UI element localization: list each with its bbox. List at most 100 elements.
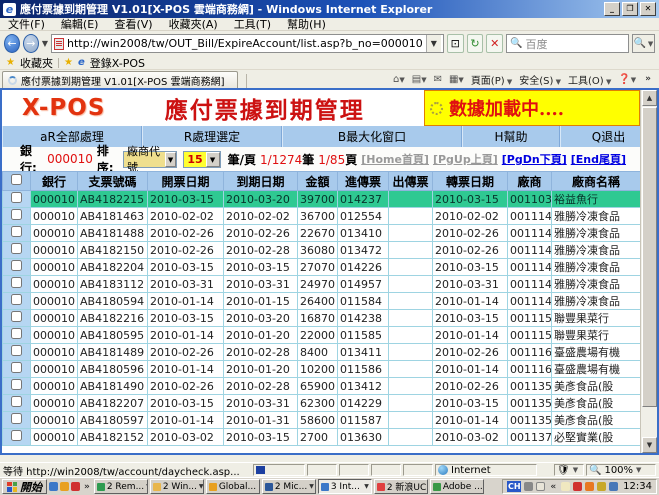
feeds-icon[interactable]: ▤▼ bbox=[412, 74, 427, 85]
scrollbar-thumb[interactable] bbox=[642, 107, 657, 407]
print-icon[interactable]: ▦▼ bbox=[449, 74, 464, 85]
row-checkbox[interactable] bbox=[11, 226, 22, 237]
sort-select[interactable]: 廠商代號▼ bbox=[123, 151, 177, 168]
favorite-link[interactable]: 登錄X-POS bbox=[90, 55, 145, 71]
tray-icon[interactable] bbox=[609, 482, 618, 491]
menu-tools[interactable]: 工具(T) bbox=[234, 16, 271, 32]
tools-menu-button[interactable]: 工具(O) ▼ bbox=[568, 72, 611, 87]
table-row[interactable]: 000010AB41822072010-03-152010-03-3162300… bbox=[3, 395, 641, 412]
printer-tray-icon[interactable] bbox=[524, 482, 533, 491]
row-checkbox[interactable] bbox=[11, 328, 22, 339]
search-dropdown-icon[interactable]: ▼ bbox=[648, 40, 653, 48]
table-row[interactable]: 000010AB41814892010-02-262010-02-2884000… bbox=[3, 344, 641, 361]
row-checkbox[interactable] bbox=[11, 311, 22, 322]
table-row[interactable]: 000010AB41805942010-01-142010-01-1526400… bbox=[3, 293, 641, 310]
search-placeholder[interactable]: 百度 bbox=[526, 36, 625, 52]
row-checkbox[interactable] bbox=[11, 396, 22, 407]
mail-icon[interactable]: ✉ bbox=[434, 74, 442, 85]
menu-help[interactable]: 幫助(H) bbox=[287, 16, 326, 32]
table-row[interactable]: 000010AB41822162010-03-152010-03-2016870… bbox=[3, 310, 641, 327]
page-size-select[interactable]: 15▼ bbox=[183, 151, 220, 168]
add-favorite-icon[interactable]: ★ bbox=[64, 57, 73, 68]
menu-file[interactable]: 文件(F) bbox=[8, 16, 45, 32]
sort-select-arrow-icon[interactable]: ▼ bbox=[165, 152, 176, 167]
forward-button[interactable]: → bbox=[23, 34, 39, 53]
menu-edit[interactable]: 編輯(E) bbox=[61, 16, 99, 32]
search-go-button[interactable]: 🔍 ▼ bbox=[632, 34, 655, 53]
tray-icon[interactable] bbox=[573, 482, 582, 491]
table-row[interactable]: 000010AB41805972010-01-142010-01-3158600… bbox=[3, 412, 641, 429]
tray-chevron-icon[interactable]: « bbox=[550, 482, 556, 492]
taskbar-button-dropdown-icon[interactable]: ▼ bbox=[309, 483, 314, 490]
refresh-button[interactable]: ↻ bbox=[467, 34, 484, 53]
row-checkbox[interactable] bbox=[11, 192, 22, 203]
language-indicator[interactable]: CH bbox=[507, 481, 521, 492]
close-button[interactable]: ✕ bbox=[640, 2, 656, 16]
row-checkbox[interactable] bbox=[11, 345, 22, 356]
row-checkbox[interactable] bbox=[11, 379, 22, 390]
tray-icon[interactable] bbox=[597, 482, 606, 491]
table-row[interactable]: 000010AB41822152010-03-152010-03-2039700… bbox=[3, 191, 641, 208]
taskbar-button[interactable]: 2 Mic...▼ bbox=[262, 479, 316, 494]
taskbar-button[interactable]: 2 新浪UC▼ bbox=[374, 479, 428, 494]
taskbar-button[interactable]: Global... bbox=[206, 479, 260, 494]
zoom-control[interactable]: 🔍 100% ▼ bbox=[586, 464, 656, 476]
tray-icon[interactable] bbox=[561, 482, 570, 491]
table-row[interactable]: 000010AB41814882010-02-262010-02-2622670… bbox=[3, 225, 641, 242]
page-menu-button[interactable]: 頁面(P) ▼ bbox=[471, 72, 512, 87]
quick-launch-icon[interactable] bbox=[71, 482, 80, 491]
maximize-button[interactable]: ❐ bbox=[622, 2, 638, 16]
table-row[interactable]: 000010AB41814902010-02-262010-02-2865900… bbox=[3, 378, 641, 395]
row-checkbox[interactable] bbox=[11, 362, 22, 373]
compatibility-view-button[interactable]: ⊡ bbox=[447, 34, 464, 53]
row-checkbox[interactable] bbox=[11, 209, 22, 220]
row-checkbox[interactable] bbox=[11, 294, 22, 305]
row-checkbox[interactable] bbox=[11, 430, 22, 441]
browser-tab[interactable]: 應付票據到期管理 V1.01[X-POS 雲端商務網] bbox=[2, 71, 238, 88]
menu-favorites[interactable]: 收藏夾(A) bbox=[169, 16, 218, 32]
search-box[interactable]: 🔍 百度 bbox=[506, 34, 629, 53]
row-checkbox[interactable] bbox=[11, 243, 22, 254]
table-row[interactable]: 000010AB41805952010-01-142010-01-2022000… bbox=[3, 327, 641, 344]
taskbar-button[interactable]: 2 Rem...▼ bbox=[94, 479, 148, 494]
taskbar-button[interactable]: 3 Int...▼ bbox=[318, 479, 372, 494]
taskbar-button-dropdown-icon[interactable]: ▼ bbox=[364, 483, 369, 490]
nav-pgdn-link[interactable]: [PgDn下頁] bbox=[502, 151, 567, 167]
chevron-more-icon[interactable]: » bbox=[645, 74, 651, 84]
taskbar-button[interactable]: 2 Win...▼ bbox=[150, 479, 204, 494]
scroll-down-icon[interactable]: ▼ bbox=[642, 437, 657, 453]
protected-mode-panel[interactable]: 🛡▼ bbox=[554, 464, 584, 476]
select-all-checkbox[interactable] bbox=[11, 174, 22, 185]
address-bar[interactable]: http://win2008/tw/OUT_Bill/ExpireAccount… bbox=[51, 34, 444, 53]
menu-process-selected[interactable]: R處理選定 bbox=[142, 126, 282, 147]
menu-maximize-window[interactable]: B最大化窗口 bbox=[282, 126, 462, 147]
back-button[interactable]: ← bbox=[4, 34, 20, 53]
taskbar-button-dropdown-icon[interactable]: ▼ bbox=[146, 483, 148, 490]
quick-launch-icon[interactable] bbox=[60, 482, 69, 491]
vertical-scrollbar[interactable]: ▲ ▼ bbox=[640, 90, 657, 453]
stop-button[interactable]: ✕ bbox=[486, 34, 503, 53]
address-dropdown-icon[interactable]: ▼ bbox=[426, 35, 441, 52]
favorites-label[interactable]: 收藏夾 bbox=[20, 55, 53, 71]
quick-launch-chevron-icon[interactable]: » bbox=[84, 482, 90, 492]
row-checkbox[interactable] bbox=[11, 277, 22, 288]
table-row[interactable]: 000010AB41822042010-03-152010-03-1527070… bbox=[3, 259, 641, 276]
tray-icon[interactable] bbox=[585, 482, 594, 491]
menu-help[interactable]: H幫助 bbox=[462, 126, 560, 147]
taskbar-button[interactable]: Adobe ... bbox=[430, 479, 484, 494]
menu-view[interactable]: 查看(V) bbox=[114, 16, 152, 32]
address-url[interactable]: http://win2008/tw/OUT_Bill/ExpireAccount… bbox=[67, 37, 423, 50]
row-checkbox[interactable] bbox=[11, 260, 22, 271]
row-checkbox[interactable] bbox=[11, 413, 22, 424]
table-row[interactable]: 000010AB41821522010-03-022010-03-1527000… bbox=[3, 429, 641, 446]
scroll-up-icon[interactable]: ▲ bbox=[642, 90, 657, 106]
history-dropdown-icon[interactable]: ▼ bbox=[42, 39, 48, 48]
table-row[interactable]: 000010AB41821502010-02-262010-02-2836080… bbox=[3, 242, 641, 259]
help-tray-icon[interactable] bbox=[536, 482, 545, 491]
nav-end-link[interactable]: [End尾頁] bbox=[571, 151, 626, 167]
quick-launch-icon[interactable] bbox=[49, 482, 58, 491]
help-icon[interactable]: ❓▼ bbox=[618, 74, 636, 85]
start-button[interactable]: 開始 bbox=[2, 479, 47, 494]
table-row[interactable]: 000010AB41814632010-02-022010-02-0236700… bbox=[3, 208, 641, 225]
page-size-arrow-icon[interactable]: ▼ bbox=[206, 152, 220, 167]
